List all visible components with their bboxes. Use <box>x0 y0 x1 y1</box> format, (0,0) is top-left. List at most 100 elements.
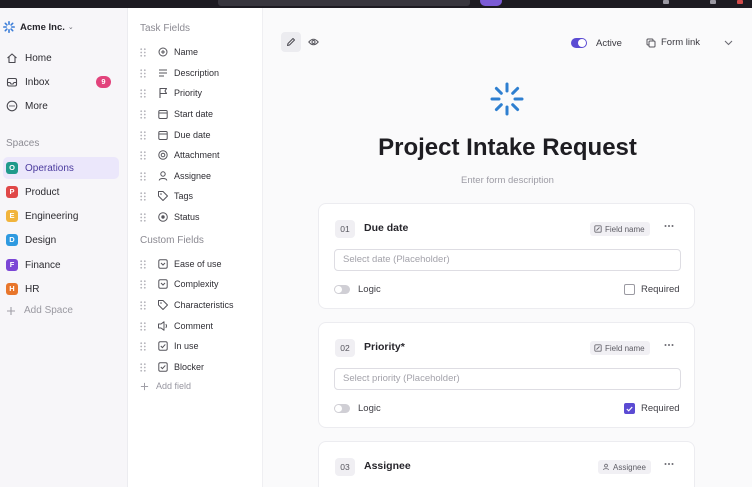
more-options-icon[interactable] <box>664 224 674 228</box>
top-bar-icon[interactable] <box>710 0 716 4</box>
drag-handle-icon[interactable] <box>140 191 154 201</box>
field-item-in-use[interactable]: In use <box>128 338 263 354</box>
form-link-button[interactable]: Form link <box>646 37 700 48</box>
field-item-ease-of-use[interactable]: Ease of use <box>128 256 263 272</box>
drag-handle-icon[interactable] <box>140 88 154 98</box>
nav-label: More <box>25 100 48 112</box>
add-space-button[interactable]: Add Space <box>6 305 73 316</box>
comment-icon <box>158 321 167 331</box>
required-label: Required <box>641 403 680 414</box>
description-icon <box>159 69 167 77</box>
drag-handle-icon[interactable] <box>140 341 154 351</box>
field-name-tag[interactable]: Assignee <box>598 460 651 474</box>
field-item-comment[interactable]: Comment <box>128 318 263 334</box>
custom-fields-heading: Custom Fields <box>140 235 204 246</box>
field-item-start-date[interactable]: Start date <box>128 106 263 122</box>
logic-toggle[interactable]: Logic <box>334 403 381 414</box>
form-description-input[interactable]: Enter form description <box>263 175 752 186</box>
checkbox-checked-icon[interactable] <box>624 403 635 414</box>
field-item-description[interactable]: Description <box>128 65 263 81</box>
question-number: 02 <box>335 339 355 357</box>
required-checkbox[interactable]: Required <box>624 403 680 414</box>
question-title[interactable]: Priority* <box>364 341 405 353</box>
priority-select[interactable]: Select priority (Placeholder) <box>334 368 681 390</box>
plus-icon <box>7 306 15 315</box>
space-label: Product <box>25 186 60 198</box>
sidebar: Acme Inc. ⌄ Home Inbox 9 More Spaces O O… <box>0 8 128 487</box>
space-item-engineering[interactable]: E Engineering <box>3 205 119 227</box>
drag-handle-icon[interactable] <box>140 47 154 57</box>
drag-handle-icon[interactable] <box>140 130 154 140</box>
nav-item-more[interactable]: More <box>0 96 128 116</box>
form-title[interactable]: Project Intake Request <box>263 134 752 162</box>
drag-handle-icon[interactable] <box>140 362 154 372</box>
ai-pill-button[interactable] <box>480 0 502 6</box>
field-item-complexity[interactable]: Complexity <box>128 276 263 292</box>
field-label: Ease of use <box>174 259 222 269</box>
top-bar-icon[interactable] <box>663 0 669 4</box>
nav-item-inbox[interactable]: Inbox 9 <box>0 72 128 92</box>
flag-icon <box>159 87 168 98</box>
drag-handle-icon[interactable] <box>140 321 154 331</box>
inbox-icon <box>6 77 18 87</box>
question-title[interactable]: Assignee <box>364 460 411 472</box>
question-card[interactable]: 01 Due date Field name Select date (Plac… <box>318 203 695 309</box>
field-item-characteristics[interactable]: Characteristics <box>128 297 263 313</box>
date-input[interactable]: Select date (Placeholder) <box>334 249 681 271</box>
field-item-due-date[interactable]: Due date <box>128 127 263 143</box>
drag-handle-icon[interactable] <box>140 212 154 222</box>
field-label: Attachment <box>174 150 220 160</box>
field-item-priority[interactable]: Priority <box>128 85 263 101</box>
nav-label: Home <box>25 52 52 64</box>
logic-toggle[interactable]: Logic <box>334 284 381 295</box>
drag-handle-icon[interactable] <box>140 150 154 160</box>
space-item-hr[interactable]: H HR <box>3 278 119 300</box>
field-item-name[interactable]: Name <box>128 44 263 60</box>
question-number: 03 <box>335 458 355 476</box>
drag-handle-icon[interactable] <box>140 300 154 310</box>
nav-item-home[interactable]: Home <box>0 48 128 68</box>
active-label: Active <box>596 38 622 49</box>
logic-switch[interactable] <box>334 285 350 294</box>
name-field-icon <box>158 47 168 57</box>
chevron-down-icon[interactable] <box>724 39 733 46</box>
checkbox-unchecked-icon[interactable] <box>624 284 635 295</box>
workspace-switcher[interactable]: Acme Inc. ⌄ <box>3 18 74 36</box>
preview-button[interactable] <box>303 32 323 52</box>
nav-label: Inbox <box>25 76 50 88</box>
top-bar-icon[interactable] <box>737 0 743 4</box>
field-item-status[interactable]: Status <box>128 209 263 225</box>
field-item-blocker[interactable]: Blocker <box>128 359 263 375</box>
top-bar <box>0 0 752 8</box>
more-options-icon[interactable] <box>664 343 674 347</box>
required-checkbox[interactable]: Required <box>624 284 680 295</box>
space-item-finance[interactable]: F Finance <box>3 254 119 276</box>
question-card[interactable]: 03 Assignee Assignee <box>318 441 695 487</box>
drag-handle-icon[interactable] <box>140 279 154 289</box>
more-circle-icon <box>6 100 18 112</box>
logic-switch[interactable] <box>334 404 350 413</box>
field-label: Start date <box>174 109 214 119</box>
question-card[interactable]: 02 Priority* Field name Select priority … <box>318 322 695 428</box>
drag-handle-icon[interactable] <box>140 109 154 119</box>
field-item-assignee[interactable]: Assignee <box>128 168 263 184</box>
field-name-tag[interactable]: Field name <box>590 222 650 236</box>
field-item-attachment[interactable]: Attachment <box>128 147 263 163</box>
tag-icon <box>158 191 168 201</box>
space-item-product[interactable]: P Product <box>3 181 119 203</box>
active-toggle[interactable] <box>571 38 587 48</box>
question-title[interactable]: Due date <box>364 222 408 234</box>
global-search-bar[interactable] <box>218 0 470 6</box>
space-item-operations[interactable]: O Operations <box>3 157 119 179</box>
space-label: Operations <box>25 162 74 174</box>
drag-handle-icon[interactable] <box>140 171 154 181</box>
drag-handle-icon[interactable] <box>140 68 154 78</box>
space-item-design[interactable]: D Design <box>3 229 119 251</box>
edit-mode-button[interactable] <box>281 32 301 52</box>
add-field-button[interactable]: Add field <box>140 381 191 391</box>
field-name-tag[interactable]: Field name <box>590 341 650 355</box>
drag-handle-icon[interactable] <box>140 259 154 269</box>
field-label: Characteristics <box>174 300 234 310</box>
field-item-tags[interactable]: Tags <box>128 188 263 204</box>
more-options-icon[interactable] <box>664 462 674 466</box>
